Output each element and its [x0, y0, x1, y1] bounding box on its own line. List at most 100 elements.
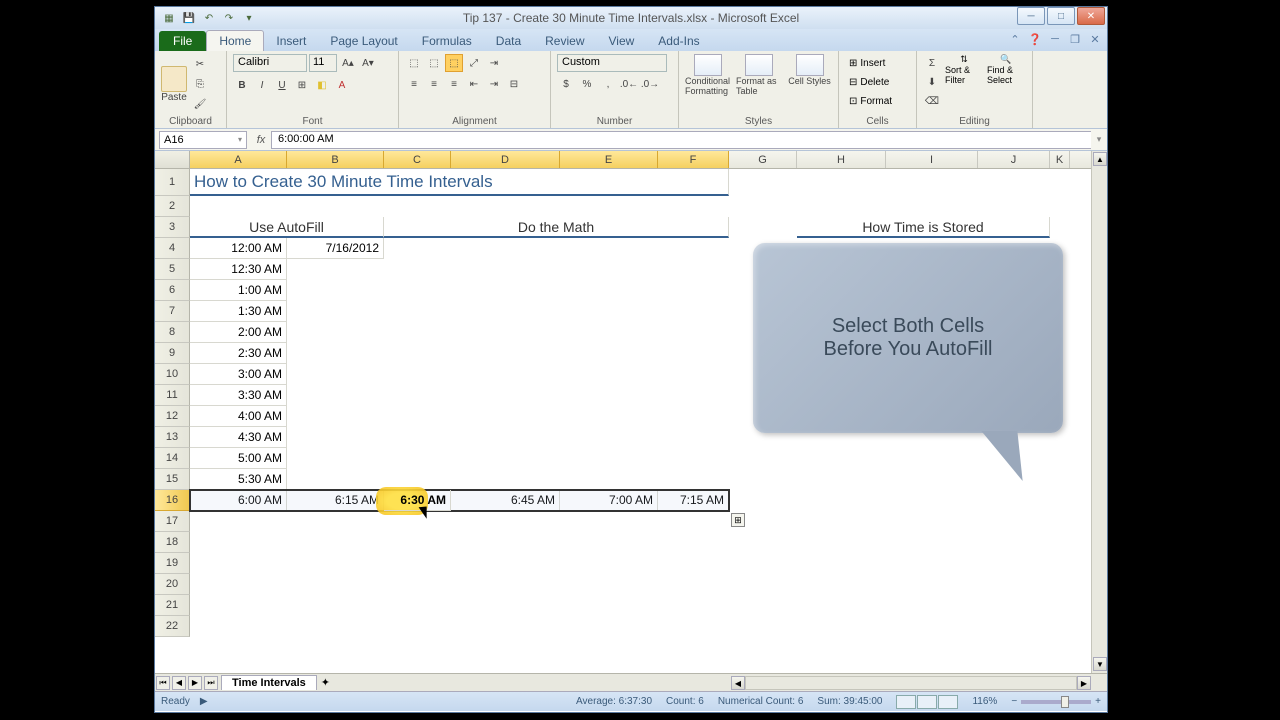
row-header-12[interactable]: 12: [155, 406, 190, 427]
italic-button[interactable]: I: [253, 76, 271, 94]
col-header-F[interactable]: F: [658, 151, 729, 168]
last-sheet-icon[interactable]: ⏭: [204, 676, 218, 690]
normal-view-button[interactable]: [896, 695, 916, 709]
doc-close-icon[interactable]: ✕: [1087, 31, 1103, 47]
cell-C16[interactable]: 6:30 AM: [384, 490, 451, 511]
merge-center-button[interactable]: ⊟: [505, 75, 523, 93]
row-header-8[interactable]: 8: [155, 322, 190, 343]
tab-insert[interactable]: Insert: [264, 31, 318, 51]
fill-color-button[interactable]: ◧: [313, 76, 331, 94]
help-icon[interactable]: ❓: [1027, 31, 1043, 47]
increase-indent-icon[interactable]: ⇥: [485, 75, 503, 93]
row-header-5[interactable]: 5: [155, 259, 190, 280]
tab-data[interactable]: Data: [484, 31, 533, 51]
page-layout-view-button[interactable]: [917, 695, 937, 709]
font-name-select[interactable]: Calibri: [233, 54, 307, 72]
cell-A1[interactable]: How to Create 30 Minute Time Intervals: [190, 169, 729, 196]
paste-button[interactable]: Paste: [161, 66, 187, 103]
cell-A12[interactable]: 4:00 AM: [190, 406, 287, 427]
insert-cells-button[interactable]: ⊞Insert: [845, 54, 910, 72]
formula-input[interactable]: 6:00:00 AM: [271, 131, 1091, 149]
orientation-icon[interactable]: ⤢: [465, 54, 483, 72]
cell-C3[interactable]: Do the Math: [384, 217, 729, 238]
zoom-slider[interactable]: − +: [1011, 696, 1101, 707]
row-header-21[interactable]: 21: [155, 595, 190, 616]
row-header-20[interactable]: 20: [155, 574, 190, 595]
tab-home[interactable]: Home: [206, 30, 264, 51]
row-header-15[interactable]: 15: [155, 469, 190, 490]
tab-addins[interactable]: Add-Ins: [646, 31, 711, 51]
cell-A7[interactable]: 1:30 AM: [190, 301, 287, 322]
percent-button[interactable]: %: [578, 75, 596, 93]
new-sheet-icon[interactable]: ✦: [321, 676, 339, 690]
tab-review[interactable]: Review: [533, 31, 596, 51]
cell-A10[interactable]: 3:00 AM: [190, 364, 287, 385]
cell-A6[interactable]: 1:00 AM: [190, 280, 287, 301]
fill-button[interactable]: ⬇: [923, 73, 941, 91]
cell-A5[interactable]: 12:30 AM: [190, 259, 287, 280]
worksheet-grid[interactable]: ABCDEFGHIJK 1234567891011121314151617181…: [155, 151, 1107, 673]
find-select-button[interactable]: 🔍Find & Select: [987, 54, 1025, 110]
row-header-10[interactable]: 10: [155, 364, 190, 385]
row-header-7[interactable]: 7: [155, 301, 190, 322]
row-header-18[interactable]: 18: [155, 532, 190, 553]
cell-B16[interactable]: 6:15 AM: [287, 490, 384, 511]
vertical-scrollbar[interactable]: ▲ ▼: [1091, 151, 1107, 673]
zoom-out-icon[interactable]: −: [1011, 696, 1017, 707]
redo-icon[interactable]: ↷: [221, 10, 237, 26]
expand-formula-icon[interactable]: ▾: [1091, 134, 1107, 145]
decrease-indent-icon[interactable]: ⇤: [465, 75, 483, 93]
currency-button[interactable]: $: [557, 75, 575, 93]
cell-A11[interactable]: 3:30 AM: [190, 385, 287, 406]
scroll-right-icon[interactable]: ▶: [1077, 676, 1091, 690]
autosum-button[interactable]: Σ: [923, 54, 941, 72]
col-header-C[interactable]: C: [384, 151, 451, 168]
increase-decimal-icon[interactable]: .0←: [620, 75, 638, 93]
qa-more-icon[interactable]: ▾: [241, 10, 257, 26]
align-left-icon[interactable]: ≡: [405, 75, 423, 93]
row-header-3[interactable]: 3: [155, 217, 190, 238]
cell-A13[interactable]: 4:30 AM: [190, 427, 287, 448]
align-top-icon[interactable]: ⬚: [405, 54, 423, 72]
minimize-button[interactable]: ─: [1017, 7, 1045, 25]
maximize-button[interactable]: □: [1047, 7, 1075, 25]
row-header-9[interactable]: 9: [155, 343, 190, 364]
underline-button[interactable]: U: [273, 76, 291, 94]
row-header-13[interactable]: 13: [155, 427, 190, 448]
copy-icon[interactable]: ⎘: [191, 75, 209, 93]
decrease-font-icon[interactable]: A▾: [359, 54, 377, 72]
border-button[interactable]: ⊞: [293, 76, 311, 94]
row-header-22[interactable]: 22: [155, 616, 190, 637]
row-header-11[interactable]: 11: [155, 385, 190, 406]
row-header-16[interactable]: 16: [155, 490, 190, 511]
minimize-ribbon-icon[interactable]: ⌃: [1007, 31, 1023, 47]
clear-button[interactable]: ⌫: [923, 92, 941, 110]
tab-page-layout[interactable]: Page Layout: [318, 31, 409, 51]
align-middle-icon[interactable]: ⬚: [425, 54, 443, 72]
col-header-B[interactable]: B: [287, 151, 384, 168]
first-sheet-icon[interactable]: ⏮: [156, 676, 170, 690]
doc-minimize-icon[interactable]: ─: [1047, 31, 1063, 47]
cell-B4[interactable]: 7/16/2012: [287, 238, 384, 259]
row-header-6[interactable]: 6: [155, 280, 190, 301]
cell-A9[interactable]: 2:30 AM: [190, 343, 287, 364]
decrease-decimal-icon[interactable]: .0→: [641, 75, 659, 93]
zoom-in-icon[interactable]: +: [1095, 696, 1101, 707]
row-header-1[interactable]: 1: [155, 169, 190, 196]
conditional-formatting-button[interactable]: Conditional Formatting: [685, 54, 730, 96]
increase-font-icon[interactable]: A▴: [339, 54, 357, 72]
cell-E16[interactable]: 7:00 AM: [560, 490, 658, 511]
macro-record-icon[interactable]: ▶: [200, 696, 208, 707]
scroll-down-icon[interactable]: ▼: [1093, 657, 1107, 671]
sheet-tab[interactable]: Time Intervals: [221, 675, 317, 690]
cut-icon[interactable]: ✂: [191, 55, 209, 73]
cell-A8[interactable]: 2:00 AM: [190, 322, 287, 343]
cell-F16[interactable]: 7:15 AM: [658, 490, 729, 511]
cell-A3[interactable]: Use AutoFill: [190, 217, 384, 238]
scroll-up-icon[interactable]: ▲: [1093, 152, 1107, 166]
row-header-17[interactable]: 17: [155, 511, 190, 532]
align-center-icon[interactable]: ≡: [425, 75, 443, 93]
file-tab[interactable]: File: [159, 31, 206, 51]
sort-filter-button[interactable]: ⇅Sort & Filter: [945, 54, 983, 110]
row-header-2[interactable]: 2: [155, 196, 190, 217]
